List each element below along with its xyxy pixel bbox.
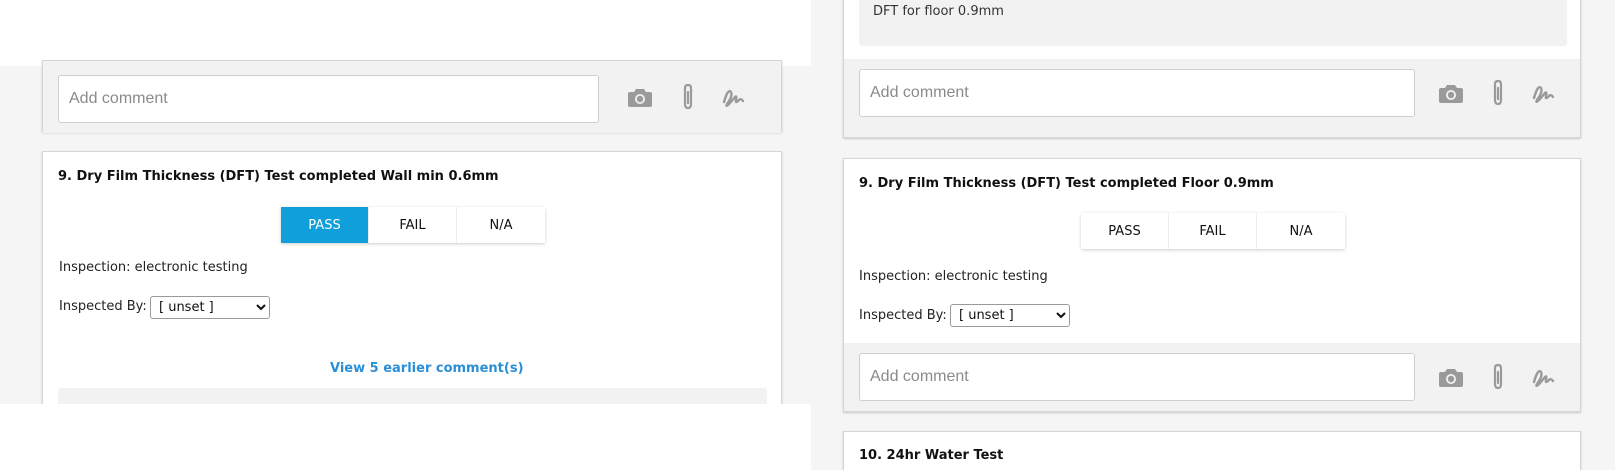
comment-preview — [58, 388, 767, 404]
note-card-right: DFT for floor 0.9mm — [843, 0, 1581, 138]
view-earlier-comments-link[interactable]: View 5 earlier comment(s) — [330, 361, 524, 376]
inspected-by-label: Inspected By: — [859, 308, 947, 323]
inspection-text: Inspection: electronic testing — [859, 269, 1048, 284]
paperclip-icon[interactable] — [1483, 78, 1513, 108]
paperclip-icon[interactable] — [673, 82, 703, 112]
left-pane: 9. Dry Film Thickness (DFT) Test complet… — [0, 0, 811, 404]
fail-button[interactable]: FAIL — [1169, 213, 1257, 249]
camera-icon[interactable] — [1436, 362, 1466, 392]
note-box: DFT for floor 0.9mm — [859, 0, 1567, 46]
question-card-water-test: 10. 24hr Water Test — [843, 431, 1581, 470]
pass-fail-na-toggle: PASS FAIL N/A — [281, 207, 545, 243]
pass-fail-na-toggle: PASS FAIL N/A — [1081, 213, 1345, 249]
note-text: DFT for floor 0.9mm — [873, 4, 1004, 19]
camera-icon[interactable] — [625, 82, 655, 112]
na-button[interactable]: N/A — [457, 207, 545, 243]
signature-icon[interactable] — [719, 82, 749, 112]
add-comment-input[interactable] — [58, 75, 599, 123]
inspected-by-select[interactable]: [ unset ] — [950, 304, 1070, 327]
comment-footer — [844, 343, 1580, 411]
question-card-wall: 9. Dry Film Thickness (DFT) Test complet… — [42, 151, 782, 404]
inspection-text: Inspection: electronic testing — [59, 260, 248, 275]
fail-button[interactable]: FAIL — [369, 207, 457, 243]
pass-button[interactable]: PASS — [281, 207, 369, 243]
inspected-by-label: Inspected By: — [59, 299, 147, 314]
pass-button[interactable]: PASS — [1081, 213, 1169, 249]
camera-icon[interactable] — [1436, 78, 1466, 108]
signature-icon[interactable] — [1529, 78, 1559, 108]
add-comment-input[interactable] — [859, 353, 1415, 401]
signature-icon[interactable] — [1529, 362, 1559, 392]
question-title: 9. Dry Film Thickness (DFT) Test complet… — [58, 169, 499, 184]
question-title: 10. 24hr Water Test — [859, 448, 1004, 463]
na-button[interactable]: N/A — [1257, 213, 1345, 249]
question-card-floor: 9. Dry Film Thickness (DFT) Test complet… — [843, 158, 1581, 412]
comment-card-left — [42, 60, 782, 133]
add-comment-input[interactable] — [859, 69, 1415, 117]
question-title: 9. Dry Film Thickness (DFT) Test complet… — [859, 176, 1274, 191]
comment-footer — [43, 61, 781, 133]
comment-footer — [844, 59, 1580, 137]
inspected-by-select[interactable]: [ unset ] — [150, 296, 270, 319]
right-pane: DFT for floor 0.9mm 9. Dry Film Thicknes… — [811, 0, 1615, 470]
paperclip-icon[interactable] — [1483, 362, 1513, 392]
